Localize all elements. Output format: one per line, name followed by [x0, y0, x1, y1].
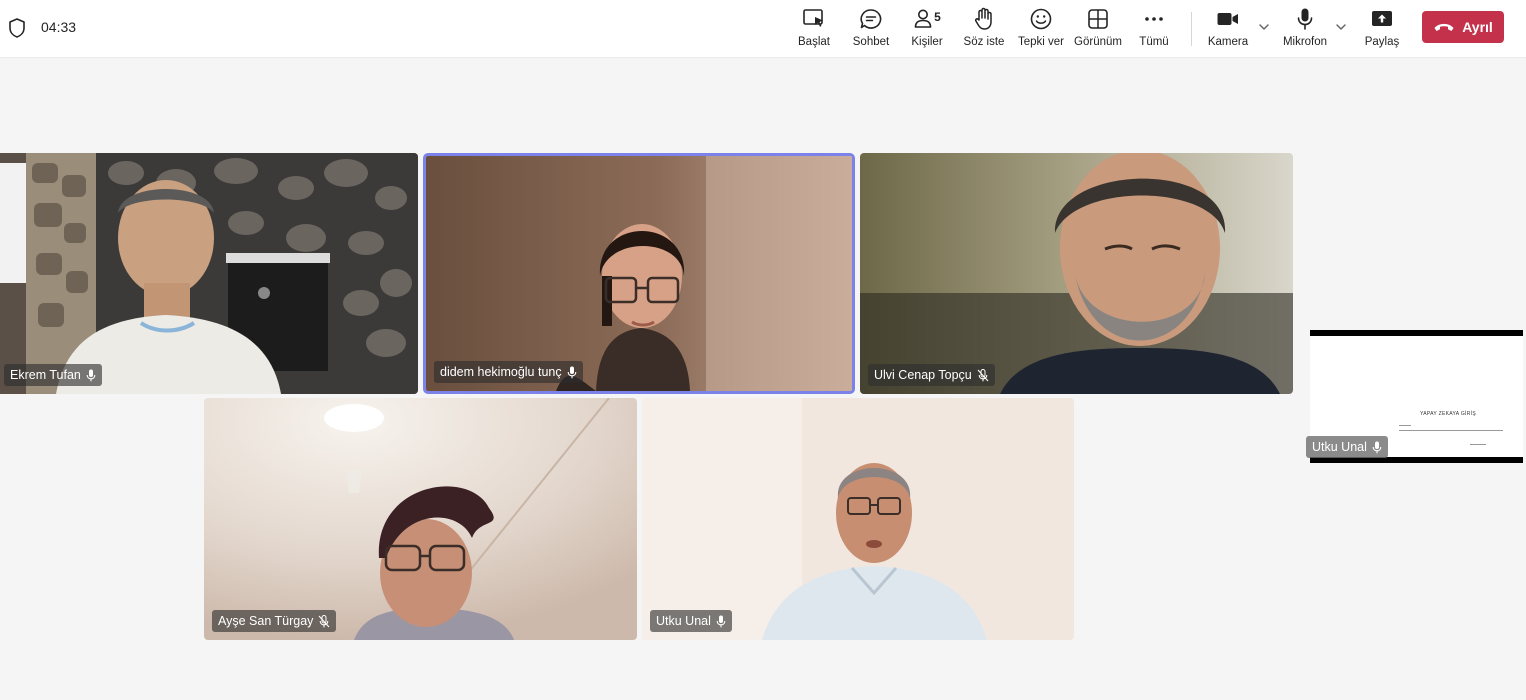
chat-label: Sohbet: [852, 36, 890, 48]
toolbar-divider: [1191, 12, 1192, 46]
more-label: Tümü: [1139, 36, 1169, 48]
more-icon: [1145, 17, 1163, 21]
shared-screen-tile[interactable]: YAPAY ZEKAYA GİRİŞ Utku Unal: [1306, 330, 1523, 463]
share-screen-icon: [1372, 11, 1392, 26]
participant-tile[interactable]: Ekrem Tufan: [0, 153, 418, 394]
participant-tile[interactable]: Utku Unal: [642, 398, 1074, 640]
participant-name-label: didem hekimoğlu tunç: [434, 361, 583, 383]
microphone-button[interactable]: Mikrofon: [1280, 6, 1330, 52]
shield-icon: [9, 18, 25, 38]
start-label: Başlat: [798, 36, 830, 48]
slide-text-line: [1470, 444, 1486, 445]
microphone-icon: [567, 366, 576, 378]
microphone-icon: [716, 615, 726, 627]
microphone-icon: [86, 369, 96, 381]
chat-button[interactable]: Sohbet: [851, 6, 891, 52]
more-button[interactable]: Tümü: [1139, 6, 1169, 52]
microphone-label: Mikrofon: [1282, 36, 1328, 48]
participant-name: Utku Unal: [656, 614, 711, 628]
view-button[interactable]: Görünüm: [1073, 6, 1123, 52]
meeting-toolbar: 04:33 Başlat Sohbet 5 Kişiler Söz iste T…: [0, 0, 1526, 58]
smiley-icon: [1030, 8, 1052, 30]
presenter-name-label: Utku Unal: [1306, 436, 1388, 458]
start-recording-icon: [803, 9, 823, 27]
participant-video: [860, 153, 1293, 394]
slide-text-line: [1399, 425, 1411, 426]
view-label: Görünüm: [1074, 36, 1122, 48]
participant-name-label: Ekrem Tufan: [4, 364, 102, 386]
participant-video: [642, 398, 1074, 640]
participant-name: Ulvi Cenap Topçu: [874, 368, 972, 382]
grid-view-icon: [1088, 9, 1108, 29]
raise-hand-label: Söz iste: [963, 36, 1005, 48]
camera-label: Kamera: [1207, 36, 1249, 48]
participant-name-label: Ulvi Cenap Topçu: [868, 364, 995, 386]
participant-tile[interactable]: Ayşe San Türgay: [204, 398, 637, 640]
presenter-name: Utku Unal: [1312, 440, 1367, 454]
microphone-icon: [1297, 8, 1313, 30]
slide-text-line: [1399, 430, 1503, 431]
participant-name: didem hekimoğlu tunç: [440, 365, 562, 379]
react-button[interactable]: Tepki ver: [1018, 6, 1064, 52]
camera-button[interactable]: Kamera: [1206, 6, 1250, 52]
hang-up-icon: [1434, 23, 1454, 31]
slide-title: YAPAY ZEKAYA GİRİŞ: [1420, 411, 1476, 417]
raise-hand-icon: [975, 7, 992, 30]
participant-name-label: Ayşe San Türgay: [212, 610, 337, 632]
participant-tile-active-speaker[interactable]: didem hekimoğlu tunç: [423, 153, 855, 394]
microphone-options-chevron-down-icon[interactable]: [1334, 20, 1348, 34]
leave-button[interactable]: Ayrıl: [1422, 11, 1504, 43]
react-label: Tepki ver: [1017, 36, 1065, 48]
participant-name: Ekrem Tufan: [10, 368, 81, 382]
share-label: Paylaş: [1364, 36, 1400, 48]
people-icon: [914, 9, 932, 28]
participant-video: [0, 153, 418, 394]
chat-icon: [860, 9, 882, 29]
microphone-muted-icon: [319, 614, 330, 627]
camera-icon: [1217, 13, 1238, 25]
people-label: Kişiler: [911, 36, 943, 48]
participant-name-label: Utku Unal: [650, 610, 732, 632]
leave-label: Ayrıl: [1462, 19, 1493, 35]
participant-tile[interactable]: Ulvi Cenap Topçu: [860, 153, 1293, 394]
participant-name: Ayşe San Türgay: [218, 614, 314, 628]
share-button[interactable]: Paylaş: [1362, 6, 1402, 52]
people-button[interactable]: 5 Kişiler: [909, 6, 945, 52]
camera-options-chevron-down-icon[interactable]: [1257, 20, 1271, 34]
raise-hand-button[interactable]: Söz iste: [963, 6, 1005, 52]
microphone-muted-icon: [977, 368, 989, 381]
meeting-timer: 04:33: [41, 19, 77, 35]
start-button[interactable]: Başlat: [796, 6, 832, 52]
people-count-badge: 5: [934, 10, 941, 24]
participant-video: [204, 398, 637, 640]
microphone-icon: [1372, 441, 1382, 453]
participant-video: [426, 156, 852, 391]
